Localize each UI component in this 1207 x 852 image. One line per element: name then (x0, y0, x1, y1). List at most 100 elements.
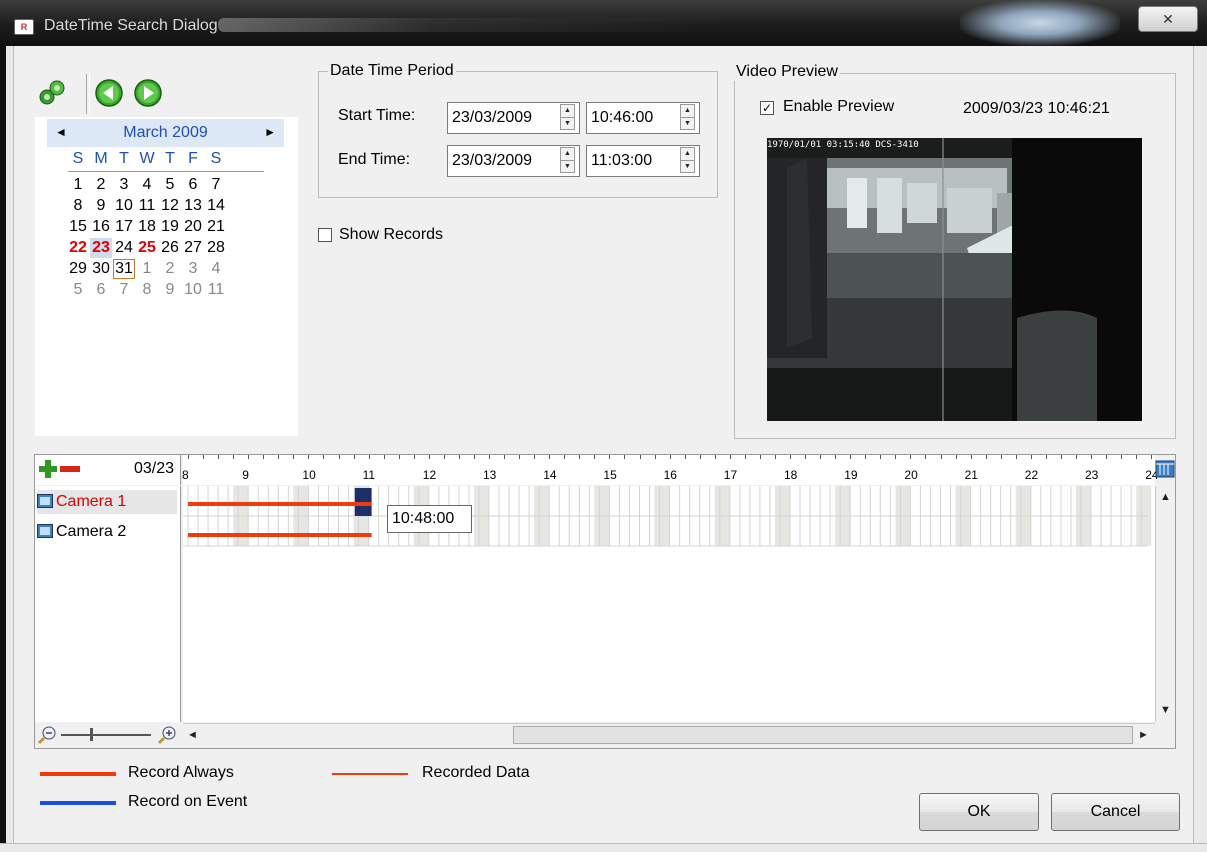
timeline-tick (955, 455, 957, 459)
timeline-vertical-scrollbar[interactable]: ▲ ▼ (1155, 486, 1175, 722)
timeline-tick (368, 455, 370, 459)
calendar-day[interactable]: 3 (182, 259, 204, 279)
month-calendar[interactable]: ◄ March 2009 ► SMTWTFS 1 2 3 4 5 6 7 8 9 10 11 12 13… (35, 117, 298, 436)
calendar-day[interactable]: 17 (113, 217, 135, 237)
calendar-day[interactable]: 5 (67, 280, 89, 300)
calendar-day[interactable]: 10 (182, 280, 204, 300)
timeline-grid[interactable] (183, 486, 1155, 722)
calendar-day[interactable]: 7 (205, 175, 227, 195)
calendar-day[interactable]: 2 (159, 259, 181, 279)
calendar-day[interactable]: 3 (113, 175, 135, 195)
show-records-checkbox[interactable] (318, 228, 332, 242)
scroll-left-icon[interactable]: ◄ (184, 727, 201, 744)
show-records-label[interactable]: Show Records (339, 226, 443, 244)
add-camera-icon[interactable] (38, 459, 58, 479)
timeline-tracks[interactable] (183, 486, 1155, 722)
timeline-tick (865, 455, 867, 459)
next-month-arrow-icon[interactable]: ► (264, 125, 276, 139)
calendar-day[interactable]: 5 (159, 175, 181, 195)
end-time-spinner[interactable]: ▲ ▼ (680, 147, 695, 173)
calendar-day[interactable]: 1 (136, 259, 158, 279)
timeline-tick (308, 455, 310, 459)
calendar-day[interactable]: 6 (182, 175, 204, 195)
close-button[interactable]: ✕ (1138, 6, 1198, 32)
end-time-value: 11:03:00 (591, 152, 653, 169)
scroll-thumb[interactable] (513, 726, 1133, 744)
calendar-day[interactable]: 15 (67, 217, 89, 237)
calendar-month-label[interactable]: March 2009 (47, 124, 284, 142)
timeline-grid-toggle-icon[interactable] (1155, 459, 1175, 479)
calendar-day[interactable]: 9 (159, 280, 181, 300)
timeline-tick (790, 455, 791, 459)
calendar-day[interactable]: 1 (67, 175, 89, 195)
calendar-day[interactable]: 8 (136, 280, 158, 300)
start-time-spinner[interactable]: ▲ ▼ (680, 104, 695, 130)
timeline-tick (383, 455, 385, 459)
calendar-day[interactable]: 29 (67, 259, 89, 279)
start-time-label: Start Time: (338, 107, 416, 124)
calendar-day[interactable]: 24 (113, 238, 135, 258)
calendar-day[interactable]: 7 (113, 280, 135, 300)
timeline-tick (278, 455, 280, 459)
calendar-day[interactable]: 23 (90, 238, 112, 258)
cancel-button[interactable]: Cancel (1051, 793, 1180, 831)
cameras-icon[interactable] (37, 78, 67, 108)
remove-camera-icon[interactable] (59, 459, 81, 479)
calendar-day[interactable]: 28 (205, 238, 227, 258)
calendar-day[interactable]: 4 (205, 259, 227, 279)
calendar-day[interactable]: 30 (90, 259, 112, 279)
forward-arrow-icon[interactable] (133, 78, 163, 108)
calendar-day[interactable]: 2 (90, 175, 112, 195)
calendar-day[interactable]: 26 (159, 238, 181, 258)
calendar-day[interactable]: 9 (90, 196, 112, 216)
zoom-slider-thumb[interactable] (90, 728, 93, 741)
calendar-day[interactable]: 11 (205, 280, 227, 300)
timeline-horizontal-scrollbar[interactable]: ◄ ► (183, 723, 1155, 747)
calendar-day[interactable]: 13 (182, 196, 204, 216)
zoom-slider-track[interactable] (61, 734, 151, 736)
calendar-day[interactable]: 8 (67, 196, 89, 216)
calendar-day[interactable]: 19 (159, 217, 181, 237)
zoom-out-icon[interactable] (37, 725, 57, 745)
window-frame-right (1193, 46, 1207, 852)
timeline-tick (805, 455, 807, 459)
end-date-spinner[interactable]: ▲ ▼ (560, 147, 575, 173)
enable-preview-checkbox[interactable]: ✓ (760, 101, 774, 115)
video-preview-frame: 1970/01/01 03:15:40 DCS-3410 (767, 138, 1142, 421)
enable-preview-label[interactable]: Enable Preview (783, 98, 894, 116)
start-date-spinner[interactable]: ▲ ▼ (560, 104, 575, 130)
scroll-down-icon[interactable]: ▼ (1157, 702, 1174, 719)
calendar-day[interactable]: 14 (205, 196, 227, 216)
scroll-right-icon[interactable]: ► (1135, 727, 1152, 744)
calendar-day[interactable]: 31 (113, 259, 135, 279)
timeline-tick (970, 455, 972, 459)
calendar-day[interactable]: 16 (90, 217, 112, 237)
timeline-tick (549, 455, 551, 459)
camera-row-2[interactable]: Camera 2 (37, 520, 177, 544)
timeline-tick (1121, 455, 1123, 459)
calendar-day[interactable]: 11 (136, 196, 158, 216)
calendar-day[interactable]: 10 (113, 196, 135, 216)
timeline-hour-label: 17 (723, 468, 738, 482)
back-arrow-icon[interactable] (94, 78, 124, 108)
timeline-hour-label: 16 (663, 468, 677, 482)
office-scene-image (767, 138, 1142, 421)
ok-button[interactable]: OK (919, 793, 1039, 831)
timeline-ruler[interactable]: 8 9 10 11 12 13 14 15 16 17 18 19 20 21 22 23 24 (182, 455, 1159, 485)
scroll-up-icon[interactable]: ▲ (1157, 489, 1174, 506)
calendar-day[interactable]: 18 (136, 217, 158, 237)
calendar-day[interactable]: 25 (136, 238, 158, 258)
calendar-day[interactable]: 4 (136, 175, 158, 195)
title-bar-glare (960, 0, 1120, 46)
calendar-day[interactable]: 21 (205, 217, 227, 237)
calendar-day[interactable]: 6 (90, 280, 112, 300)
camera-row-1[interactable]: Camera 1 (37, 490, 177, 514)
calendar-day[interactable]: 22 (67, 238, 89, 258)
zoom-in-icon[interactable] (157, 725, 177, 745)
timeline-tick (293, 455, 295, 459)
calendar-day[interactable]: 27 (182, 238, 204, 258)
timeline-tick (759, 455, 761, 459)
calendar-day[interactable]: 12 (159, 196, 181, 216)
calendar-day[interactable]: 20 (182, 217, 204, 237)
calendar-weekday: F (188, 150, 198, 167)
